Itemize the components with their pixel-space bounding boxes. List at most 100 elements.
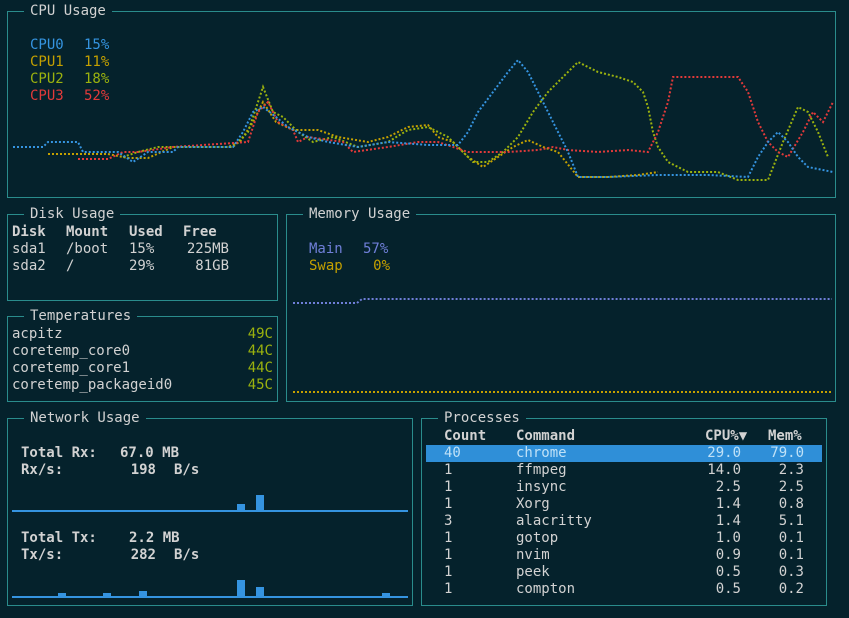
temp-name-acpitz: acpitz <box>12 326 63 342</box>
disk-panel-title: Disk Usage <box>24 206 121 223</box>
process-command: Xorg <box>516 496 550 512</box>
process-row[interactable]: 1 insync 2.5 2.5 <box>426 479 822 496</box>
disk-row-0-free: 225MB <box>186 241 229 257</box>
processes-panel-title: Processes <box>438 410 526 427</box>
process-row[interactable]: 1 peek 0.5 0.3 <box>426 564 822 581</box>
rx-rate-unit: B/s <box>174 462 200 478</box>
disk-header-mount: Mount <box>66 224 109 240</box>
temp-value-packageid0: 45C <box>247 377 273 393</box>
temp-name-core1: coretemp_core1 <box>12 360 131 376</box>
process-mem: 0.1 <box>778 530 804 546</box>
temp-name-packageid0: coretemp_packageid0 <box>12 377 173 393</box>
rx-sparkline <box>12 495 408 512</box>
process-count: 1 <box>444 462 453 478</box>
disk-usage-panel: Disk Usage Disk Mount Used Free sda1 /bo… <box>7 206 278 301</box>
process-cpu: 1.4 <box>715 496 741 512</box>
tx-spark-bar <box>256 587 264 598</box>
cpu2-line <box>122 60 829 181</box>
rx-spark-bar <box>237 504 245 512</box>
rx-rate-label: Rx/s: <box>21 462 64 478</box>
processes-panel: Processes Count Command CPU%▼ Mem% 40 chr… <box>421 410 827 606</box>
temperatures-panel: Temperatures acpitz 49C coretemp_core0 4… <box>7 308 278 402</box>
process-mem: 0.2 <box>778 581 804 597</box>
tx-spark-bar <box>103 593 111 598</box>
process-row[interactable]: 1 compton 0.5 0.2 <box>426 581 822 598</box>
process-mem: 79.0 <box>770 445 804 461</box>
process-command: chrome <box>516 445 567 461</box>
process-command: ffmpeg <box>516 462 567 478</box>
process-row[interactable]: 1 Xorg 1.4 0.8 <box>426 496 822 513</box>
process-cpu: 1.4 <box>715 513 741 529</box>
process-count: 1 <box>444 581 453 597</box>
process-count: 1 <box>444 530 453 546</box>
disk-row-1-used: 29% <box>129 258 155 274</box>
rx-spark-bar <box>256 495 264 512</box>
process-command: peek <box>516 564 550 580</box>
process-row[interactable]: 40 chrome 29.0 79.0 <box>426 445 822 462</box>
header-mem[interactable]: Mem% <box>768 428 802 445</box>
process-command: nvim <box>516 547 550 563</box>
process-cpu: 1.0 <box>715 530 741 546</box>
rx-total-value: 67.0 MB <box>120 445 180 461</box>
rx-rate-value: 198 <box>130 462 156 478</box>
tx-total-value: 2.2 MB <box>129 530 180 546</box>
tx-spark-bar <box>58 593 66 598</box>
process-count: 40 <box>444 445 461 461</box>
cpu1-line <box>48 99 659 178</box>
tx-spark-bar <box>237 580 245 598</box>
rx-total-label: Total Rx: <box>21 445 97 461</box>
process-row[interactable]: 1 ffmpeg 14.0 2.3 <box>426 462 822 479</box>
tx-spark-bar <box>139 591 147 598</box>
process-command: gotop <box>516 530 559 546</box>
disk-row-0-used: 15% <box>129 241 155 257</box>
process-mem: 2.5 <box>778 479 804 495</box>
process-mem: 0.8 <box>778 496 804 512</box>
tx-total-label: Total Tx: <box>21 530 97 546</box>
process-row[interactable]: 1 gotop 1.0 0.1 <box>426 530 822 547</box>
process-mem: 0.3 <box>778 564 804 580</box>
tx-sparkline <box>12 580 408 598</box>
process-count: 3 <box>444 513 453 529</box>
process-row[interactable]: 3 alacritty 1.4 5.1 <box>426 513 822 530</box>
process-count: 1 <box>444 547 453 563</box>
cpu-usage-panel: CPU Usage CPU0 15% CPU1 11% CPU2 18% CPU… <box>7 3 836 198</box>
memory-graph <box>293 298 832 393</box>
disk-row-1-disk: sda2 <box>12 258 46 274</box>
process-mem: 5.1 <box>778 513 804 529</box>
disk-header-free: Free <box>183 224 217 240</box>
process-command: insync <box>516 479 567 495</box>
tx-spark-bar <box>382 593 390 598</box>
disk-row-1-free: 81GB <box>195 258 229 274</box>
temperatures-panel-title: Temperatures <box>24 308 138 325</box>
temp-value-core1: 44C <box>247 360 273 376</box>
process-command: alacritty <box>516 513 592 529</box>
process-count: 1 <box>444 479 453 495</box>
temp-value-acpitz: 49C <box>247 326 273 342</box>
process-row[interactable]: 1 nvim 0.9 0.1 <box>426 547 822 564</box>
process-command: compton <box>516 581 576 597</box>
process-cpu: 14.0 <box>707 462 741 478</box>
process-cpu: 29.0 <box>707 445 741 461</box>
process-count: 1 <box>444 564 453 580</box>
header-cpu[interactable]: CPU%▼ <box>705 428 747 445</box>
tx-rate-label: Tx/s: <box>21 547 64 563</box>
network-panel-title: Network Usage <box>24 410 146 427</box>
process-cpu: 0.5 <box>715 581 741 597</box>
tx-rate-value: 282 <box>130 547 156 563</box>
tx-rate-unit: B/s <box>174 547 200 563</box>
disk-row-1-mount: / <box>66 258 75 274</box>
disk-row-0-mount: /boot <box>66 241 109 257</box>
memory-usage-panel: Memory Usage Main 57% Swap 0% <box>286 206 836 402</box>
memory-main-line <box>293 298 832 304</box>
network-usage-panel: Network Usage Total Rx: 67.0 MB Rx/s: 19… <box>7 410 413 606</box>
temp-value-core0: 44C <box>247 343 273 359</box>
header-command[interactable]: Command <box>516 428 575 445</box>
temp-name-core0: coretemp_core0 <box>12 343 131 359</box>
process-cpu: 2.5 <box>715 479 741 495</box>
header-count[interactable]: Count <box>444 428 486 445</box>
disk-row-0-disk: sda1 <box>12 241 46 257</box>
process-count: 1 <box>444 496 453 512</box>
cpu-graph <box>13 58 834 181</box>
process-table-header: Count Command CPU%▼ Mem% <box>422 428 826 445</box>
disk-header-used: Used <box>129 224 163 240</box>
